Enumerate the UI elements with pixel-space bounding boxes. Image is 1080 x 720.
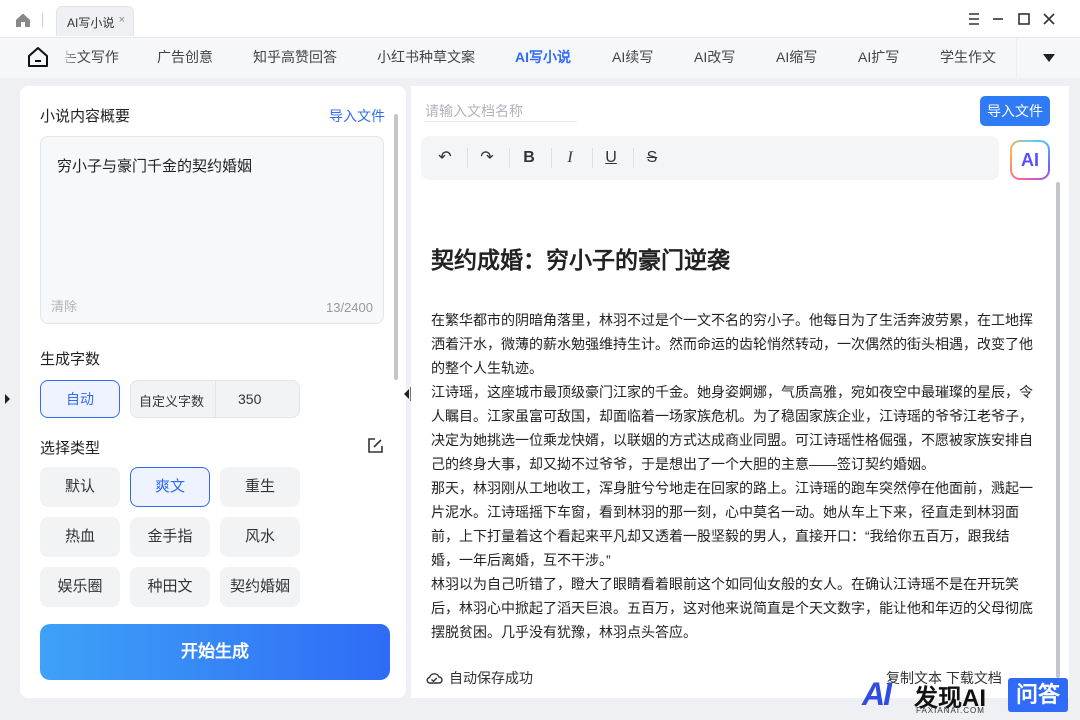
- custom-length-input[interactable]: 350: [215, 381, 301, 417]
- watermark-qa: 问答: [1008, 678, 1068, 712]
- generate-button[interactable]: 开始生成: [40, 624, 390, 680]
- auto-length-button[interactable]: 自动: [40, 380, 120, 418]
- close-window-icon[interactable]: [1039, 9, 1059, 29]
- title-bar: AI写小说 ×: [0, 0, 1080, 38]
- import-file-button[interactable]: 导入文件: [980, 96, 1050, 126]
- ai-badge-label: AI: [1012, 142, 1048, 178]
- nav-item-ai-novel[interactable]: AI写小说: [515, 47, 571, 67]
- nav-item-ai-abridge[interactable]: AI缩写: [776, 47, 817, 67]
- scrollbar[interactable]: [394, 114, 398, 380]
- summary-text: 穷小子与豪门千金的契约婚姻: [57, 158, 253, 175]
- autosave-text: 自动保存成功: [449, 670, 533, 686]
- document-tab[interactable]: AI写小说 ×: [56, 6, 134, 36]
- type-contract-marriage[interactable]: 契约婚姻: [220, 567, 300, 607]
- type-rebirth[interactable]: 重生: [220, 467, 300, 507]
- bold-button[interactable]: B: [517, 146, 541, 170]
- char-count: 13/2400: [326, 300, 373, 315]
- clear-button[interactable]: 清除: [51, 296, 77, 315]
- nav-item-student-essay[interactable]: 学生作文: [940, 47, 996, 67]
- italic-button[interactable]: I: [558, 146, 582, 170]
- custom-length-group: 自定义字数 350: [130, 380, 300, 418]
- nav-item-ai-expand[interactable]: AI扩写: [858, 47, 899, 67]
- type-shuangwen[interactable]: 爽文: [130, 467, 210, 507]
- separator: [551, 148, 552, 168]
- word-count-label: 生成字数: [40, 351, 101, 368]
- watermark-logo: AI 发现AI FAXIANAI.COM 问答: [862, 676, 1076, 720]
- undo-icon[interactable]: ↶: [433, 146, 457, 170]
- home-icon[interactable]: [14, 11, 32, 29]
- novel-settings-panel: 小说内容概要 导入文件 穷小子与豪门千金的契约婚姻 清除 13/2400 生成字…: [20, 86, 406, 698]
- custom-length-label: 自定义字数: [139, 394, 205, 409]
- separator: [467, 148, 468, 168]
- paragraph: 林羽以为自己听错了，瞪大了眼睛看着眼前这个如同仙女般的女人。在确认江诗瑶不是在开…: [431, 576, 1033, 640]
- separator: [42, 13, 43, 27]
- ai-assistant-button[interactable]: AI: [1010, 140, 1050, 180]
- scrollbar[interactable]: [1056, 182, 1060, 678]
- import-file-link[interactable]: 导入文件: [329, 106, 385, 126]
- redo-icon[interactable]: ↷: [475, 146, 499, 170]
- menu-icon[interactable]: [964, 9, 984, 29]
- document-title[interactable]: 契约成婚：穷小子的豪门逆袭: [431, 241, 730, 275]
- document-body[interactable]: 在繁华都市的阴暗角落里，林羽不过是个一文不名的穷小子。他每日为了生活奔波劳累，在…: [431, 308, 1035, 644]
- paragraph: 那天，林羽刚从工地收工，浑身脏兮兮地走在回家的路上。江诗瑶的跑车突然停在他面前，…: [431, 480, 1033, 568]
- minimize-icon[interactable]: [988, 9, 1008, 29]
- separator: [509, 148, 510, 168]
- watermark-url: FAXIANAI.COM: [916, 706, 985, 715]
- autosave-status: 自动保存成功: [425, 668, 533, 688]
- type-entertainment[interactable]: 娱乐圈: [40, 567, 120, 607]
- type-fengshui[interactable]: 风水: [220, 517, 300, 557]
- type-farming[interactable]: 种田文: [130, 567, 210, 607]
- editor-panel: 导入文件 ↶ ↷ B I U S AI 契约成婚：穷小子的豪门逆袭 在繁华都市的…: [411, 86, 1069, 698]
- watermark-ai-mark: AI: [862, 676, 892, 712]
- type-default[interactable]: 默认: [40, 467, 120, 507]
- summary-textarea[interactable]: 穷小子与豪门千金的契约婚姻 清除 13/2400: [40, 136, 384, 324]
- close-tab-icon[interactable]: ×: [119, 14, 125, 26]
- cloud-check-icon: [426, 673, 443, 684]
- nav-item-ad-creative[interactable]: 广告创意: [157, 47, 213, 67]
- home-icon[interactable]: [26, 45, 50, 69]
- nav-item-zhihu-answer[interactable]: 知乎高赞回答: [253, 47, 337, 67]
- editor-toolbar: ↶ ↷ B I U S: [421, 136, 999, 180]
- nav-item-xiaohongshu[interactable]: 小红书种草文案: [377, 47, 475, 67]
- strikethrough-button[interactable]: S: [640, 146, 664, 170]
- expand-sidebar-icon[interactable]: [0, 386, 14, 412]
- document-tab-title: AI写小说: [67, 16, 115, 30]
- document-name-input[interactable]: [425, 100, 577, 122]
- feature-nav: 논文写作 广告创意 知乎高赞回答 小红书种草文案 AI写小说 AI续写 AI改写…: [0, 38, 1080, 78]
- maximize-icon[interactable]: [1014, 9, 1034, 29]
- paragraph: 在繁华都市的阴暗角落里，林羽不过是个一文不名的穷小子。他每日为了生活奔波劳累，在…: [431, 312, 1033, 376]
- type-golden-finger[interactable]: 金手指: [130, 517, 210, 557]
- nav-more-dropdown[interactable]: [1016, 38, 1080, 78]
- separator: [633, 148, 634, 168]
- dropdown-triangle-icon: [1043, 54, 1055, 62]
- type-hot-blood[interactable]: 热血: [40, 517, 120, 557]
- nav-item-ai-rewrite[interactable]: AI改写: [694, 47, 735, 67]
- underline-button[interactable]: U: [599, 146, 623, 170]
- separator: [592, 148, 593, 168]
- summary-label: 小说内容概要: [40, 108, 131, 125]
- nav-fade: [60, 38, 78, 78]
- type-label: 选择类型: [40, 440, 101, 457]
- nav-item-ai-continue[interactable]: AI续写: [612, 47, 653, 67]
- edit-icon[interactable]: [366, 437, 384, 455]
- paragraph: 江诗瑶，这座城市最顶级豪门江家的千金。她身姿婀娜，气质高雅，宛如夜空中最璀璨的星…: [431, 384, 1033, 472]
